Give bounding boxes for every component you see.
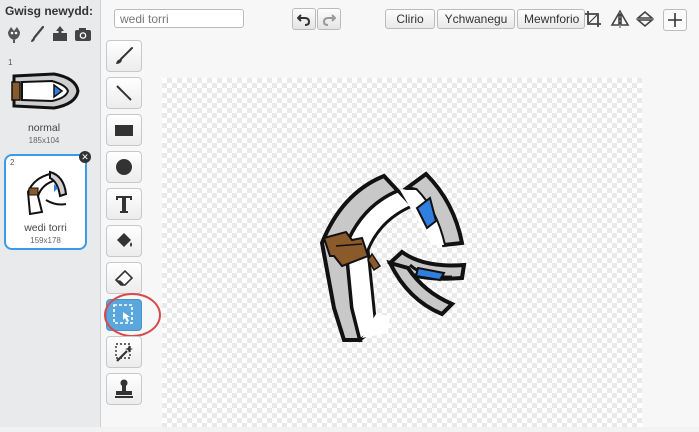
- costume-size: 185x104: [28, 136, 60, 145]
- fill-tool[interactable]: [106, 225, 142, 257]
- hull-piece-top-right: [400, 171, 465, 248]
- character-icon[interactable]: [4, 24, 24, 44]
- costume-name: normal: [27, 122, 61, 134]
- costume-thumbnail-broken-boat: [26, 170, 68, 216]
- crop-icon[interactable]: [582, 9, 604, 29]
- costume-number: 1: [8, 58, 13, 67]
- drawing-canvas[interactable]: [162, 78, 642, 427]
- costume-name-input[interactable]: [114, 9, 244, 28]
- add-button[interactable]: Ychwanegu: [437, 9, 515, 29]
- text-tool[interactable]: [106, 188, 142, 220]
- new-costume-label: Gwisg newydd:: [5, 4, 94, 18]
- costume-tile-wedi-torri[interactable]: 2 ✕ wedi torri 159x178: [4, 151, 91, 250]
- upload-icon[interactable]: [50, 24, 70, 44]
- costume-thumbnail-boat: [11, 72, 80, 110]
- eraser-tool[interactable]: [106, 262, 142, 294]
- fill-icon: [117, 233, 132, 247]
- line-icon: [116, 85, 132, 101]
- paintbrush-icon[interactable]: [27, 24, 47, 44]
- redo-icon: [322, 14, 336, 26]
- flip-vertical-icon[interactable]: [634, 9, 656, 29]
- rectangle-tool[interactable]: [106, 114, 142, 146]
- clear-button[interactable]: Clirio: [385, 9, 435, 29]
- rectangle-icon: [115, 125, 133, 136]
- paint-editor: Clirio Ychwanegu Mewnforio: [101, 0, 699, 427]
- costume-name: wedi torri: [24, 222, 67, 234]
- costume-tile-normal[interactable]: 1 normal 185x104: [4, 56, 84, 146]
- undo-button[interactable]: [292, 8, 316, 30]
- magic-wand-icon: [115, 343, 133, 362]
- stamp-icon: [115, 379, 133, 398]
- delete-costume-icon[interactable]: ✕: [79, 151, 91, 163]
- undo-icon: [297, 14, 311, 26]
- import-button[interactable]: Mewnforio: [517, 9, 585, 29]
- text-icon: [116, 196, 132, 213]
- line-tool[interactable]: [106, 77, 142, 109]
- costume-number: 2: [10, 158, 15, 167]
- brush-tool[interactable]: [106, 40, 142, 72]
- broken-boat-drawing: [319, 171, 467, 343]
- eraser-icon: [114, 269, 134, 286]
- redo-button[interactable]: [317, 8, 341, 30]
- select-tool-highlight-circle: [104, 293, 161, 337]
- costumes-panel: Gwisg newydd: 1 normal 185x104 2 ✕ wedi …: [0, 0, 101, 427]
- camera-icon[interactable]: [73, 24, 93, 44]
- new-costume-options: [4, 24, 93, 44]
- costume-size: 159x178: [30, 236, 61, 245]
- flip-horizontal-icon[interactable]: [609, 9, 631, 29]
- brush-icon: [116, 47, 133, 64]
- ellipse-icon: [116, 159, 132, 175]
- stamp-tool[interactable]: [106, 373, 142, 405]
- ellipse-tool[interactable]: [106, 151, 142, 183]
- set-center-icon[interactable]: [663, 9, 687, 31]
- hull-piece-bottom-right: [386, 249, 467, 317]
- magic-wand-tool[interactable]: [106, 336, 142, 368]
